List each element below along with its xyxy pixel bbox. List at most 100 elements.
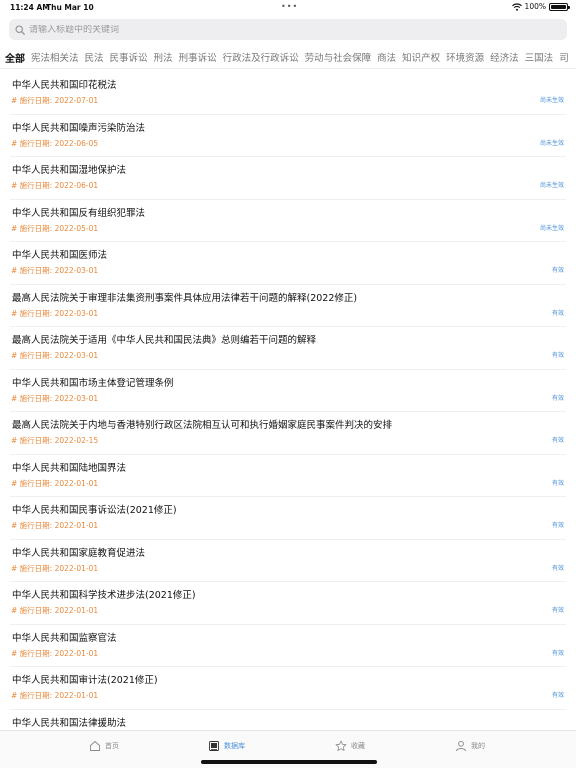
tab-category[interactable]: 司 <box>559 50 569 64</box>
status-badge: 有效 <box>551 607 564 614</box>
tabbar-profile-label: 我的 <box>471 742 485 750</box>
law-effective-date: # 施行日期: 2022-01-01 <box>11 691 99 700</box>
law-effective-date: # 施行日期: 2022-02-15 <box>11 436 99 445</box>
tab-category[interactable]: 环境资源 <box>446 50 484 64</box>
tabbar-database-label: 数据库 <box>224 742 245 750</box>
tab-category[interactable]: 全部 <box>5 50 25 65</box>
law-title: 中华人民共和国民事诉讼法(2021修正) <box>12 505 177 516</box>
law-list[interactable]: 中华人民共和国印花税法 # 施行日期: 2022-07-01 尚未生效 中华人民共和国… <box>0 72 576 730</box>
status-badge: 有效 <box>551 522 564 529</box>
status-date: Thu Mar 10 <box>46 3 94 12</box>
law-effective-date: # 施行日期: 2022-03-01 <box>11 351 99 360</box>
law-effective-date: # 施行日期: 2022-03-01 <box>11 308 99 318</box>
tab-category[interactable]: 劳动与社会保障 <box>305 50 372 64</box>
law-effective-date: # 施行日期: 2022-01-01 <box>11 478 99 488</box>
book-icon <box>209 741 219 751</box>
status-badge: 有效 <box>551 352 564 359</box>
tab-category[interactable]: 三国法 <box>525 50 554 64</box>
law-effective-date: # 施行日期: 2022-03-01 <box>11 266 99 275</box>
category-tabs-track: 全部 宪法相关法 民法 民事诉讼 刑法 刑事诉讼 行政法及行政诉讼 劳动与社会保障 商法 知识产权… <box>0 47 576 67</box>
search-input[interactable] <box>29 24 549 35</box>
list-item[interactable]: 中华人民共和国家庭教育促进法 # 施行日期: 2022-01-01 有效 <box>10 540 566 582</box>
tabbar-favorites[interactable]: 收藏 <box>335 740 365 752</box>
law-title: 中华人民共和国审计法(2021修正) <box>12 675 158 686</box>
tab-category[interactable]: 刑事诉讼 <box>179 50 217 64</box>
tab-category[interactable]: 民事诉讼 <box>110 50 148 64</box>
law-effective-date: # 施行日期: 2022-01-01 <box>11 648 99 658</box>
tabbar-database[interactable]: 数据库 <box>208 740 245 752</box>
status-badge: 有效 <box>551 309 564 317</box>
law-title: 中华人民共和国湿地保护法 <box>12 165 127 176</box>
home-indicator[interactable] <box>201 760 377 764</box>
status-badge: 有效 <box>551 267 564 274</box>
tabbar-favorites-label: 收藏 <box>351 742 365 750</box>
search-icon <box>15 24 25 35</box>
home-icon <box>90 741 100 751</box>
law-title: 中华人民共和国医师法 <box>12 250 108 261</box>
wifi-icon <box>511 2 522 11</box>
list-item[interactable]: 中华人民共和国法律援助法 <box>10 710 566 731</box>
battery-percent: 100% <box>524 2 546 11</box>
multitasking-dots-icon[interactable]: ••• <box>281 2 298 11</box>
person-icon <box>456 740 466 752</box>
law-title: 最高人民法院关于适用《中华人民共和国民法典》总则编若干问题的解释 <box>12 335 317 346</box>
status-badge: 尚未生效 <box>539 139 564 147</box>
tab-category[interactable]: 刑法 <box>154 50 173 64</box>
tabbar-home[interactable]: 首页 <box>89 740 119 752</box>
tab-category[interactable]: 经济法 <box>490 50 519 64</box>
status-badge: 尚未生效 <box>539 182 564 189</box>
list-item[interactable]: 中华人民共和国湿地保护法 # 施行日期: 2022-06-01 尚未生效 <box>10 157 566 200</box>
tabbar-profile[interactable]: 我的 <box>455 740 485 752</box>
list-item[interactable]: 中华人民共和国印花税法 # 施行日期: 2022-07-01 尚未生效 <box>10 72 566 115</box>
tab-category[interactable]: 民法 <box>85 50 104 64</box>
law-title: 中华人民共和国科学技术进步法(2021修正) <box>12 590 196 601</box>
battery-icon <box>549 2 570 11</box>
status-indicators: 100% <box>511 2 570 11</box>
law-effective-date: # 施行日期: 2022-06-05 <box>11 138 99 148</box>
law-effective-date: # 施行日期: 2022-03-01 <box>11 393 99 403</box>
law-title: 中华人民共和国法律援助法 <box>12 717 127 729</box>
list-item[interactable]: 中华人民共和国民事诉讼法(2021修正) # 施行日期: 2022-01-01 有效 <box>10 497 566 540</box>
law-title: 最高人民法院关于内地与香港特别行政区法院相互认可和执行婚姻家庭民事案件判决的安排 <box>12 420 393 431</box>
law-effective-date: # 施行日期: 2022-07-01 <box>11 96 99 105</box>
list-item[interactable]: 中华人民共和国陆地国界法 # 施行日期: 2022-01-01 有效 <box>10 455 566 497</box>
status-badge: 有效 <box>551 394 564 402</box>
law-title: 中华人民共和国反有组织犯罪法 <box>12 207 146 219</box>
law-title: 最高人民法院关于审理非法集资刑事案件具体应用法律若干问题的解释(2022修正) <box>12 292 358 304</box>
status-badge: 有效 <box>551 437 564 444</box>
list-item[interactable]: 最高人民法院关于审理非法集资刑事案件具体应用法律若干问题的解释(2022修正) #… <box>10 285 566 327</box>
category-tabs[interactable]: 全部 宪法相关法 民法 民事诉讼 刑法 刑事诉讼 行政法及行政诉讼 劳动与社会保障 商法 知识产权… <box>0 47 576 69</box>
list-item[interactable]: 最高人民法院关于内地与香港特别行政区法院相互认可和执行婚姻家庭民事案件判决的安排… <box>10 412 566 455</box>
law-effective-date: # 施行日期: 2022-05-01 <box>11 223 99 233</box>
status-badge: 尚未生效 <box>539 97 564 104</box>
tab-category[interactable]: 商法 <box>377 50 396 64</box>
list-item[interactable]: 中华人民共和国监察官法 # 施行日期: 2022-01-01 有效 <box>10 625 566 667</box>
list-item[interactable]: 中华人民共和国噪声污染防治法 # 施行日期: 2022-06-05 尚未生效 <box>10 115 566 157</box>
list-item[interactable]: 中华人民共和国市场主体登记管理条例 # 施行日期: 2022-03-01 有效 <box>10 370 566 412</box>
search-bar[interactable] <box>9 19 567 40</box>
status-badge: 有效 <box>551 649 564 657</box>
list-item[interactable]: 中华人民共和国审计法(2021修正) # 施行日期: 2022-01-01 有效 <box>10 667 566 710</box>
law-effective-date: # 施行日期: 2022-06-01 <box>11 181 99 190</box>
tab-category[interactable]: 宪法相关法 <box>31 50 79 64</box>
list-item[interactable]: 最高人民法院关于适用《中华人民共和国民法典》总则编若干问题的解释 # 施行日期: … <box>10 327 566 370</box>
status-bar: 11:24 AM Thu Mar 10 ••• 100% <box>0 0 576 14</box>
law-title: 中华人民共和国噪声污染防治法 <box>12 122 146 134</box>
status-time: 11:24 AM <box>10 3 50 12</box>
law-effective-date: # 施行日期: 2022-01-01 <box>11 521 99 530</box>
law-effective-date: # 施行日期: 2022-01-01 <box>11 606 99 615</box>
status-badge: 有效 <box>551 692 564 699</box>
law-title: 中华人民共和国印花税法 <box>12 80 117 91</box>
law-title: 中华人民共和国监察官法 <box>12 632 117 644</box>
list-item[interactable]: 中华人民共和国科学技术进步法(2021修正) # 施行日期: 2022-01-01… <box>10 582 566 625</box>
status-badge: 尚未生效 <box>539 224 564 232</box>
tab-category[interactable]: 行政法及行政诉讼 <box>223 50 299 64</box>
list-item[interactable]: 中华人民共和国医师法 # 施行日期: 2022-03-01 有效 <box>10 242 566 285</box>
law-title: 中华人民共和国陆地国界法 <box>12 462 127 474</box>
status-badge: 有效 <box>551 564 564 572</box>
status-badge: 有效 <box>551 479 564 487</box>
list-item[interactable]: 中华人民共和国反有组织犯罪法 # 施行日期: 2022-05-01 尚未生效 <box>10 200 566 242</box>
law-title: 中华人民共和国家庭教育促进法 <box>12 547 146 559</box>
tab-category[interactable]: 知识产权 <box>402 50 440 64</box>
law-effective-date: # 施行日期: 2022-01-01 <box>11 563 99 573</box>
